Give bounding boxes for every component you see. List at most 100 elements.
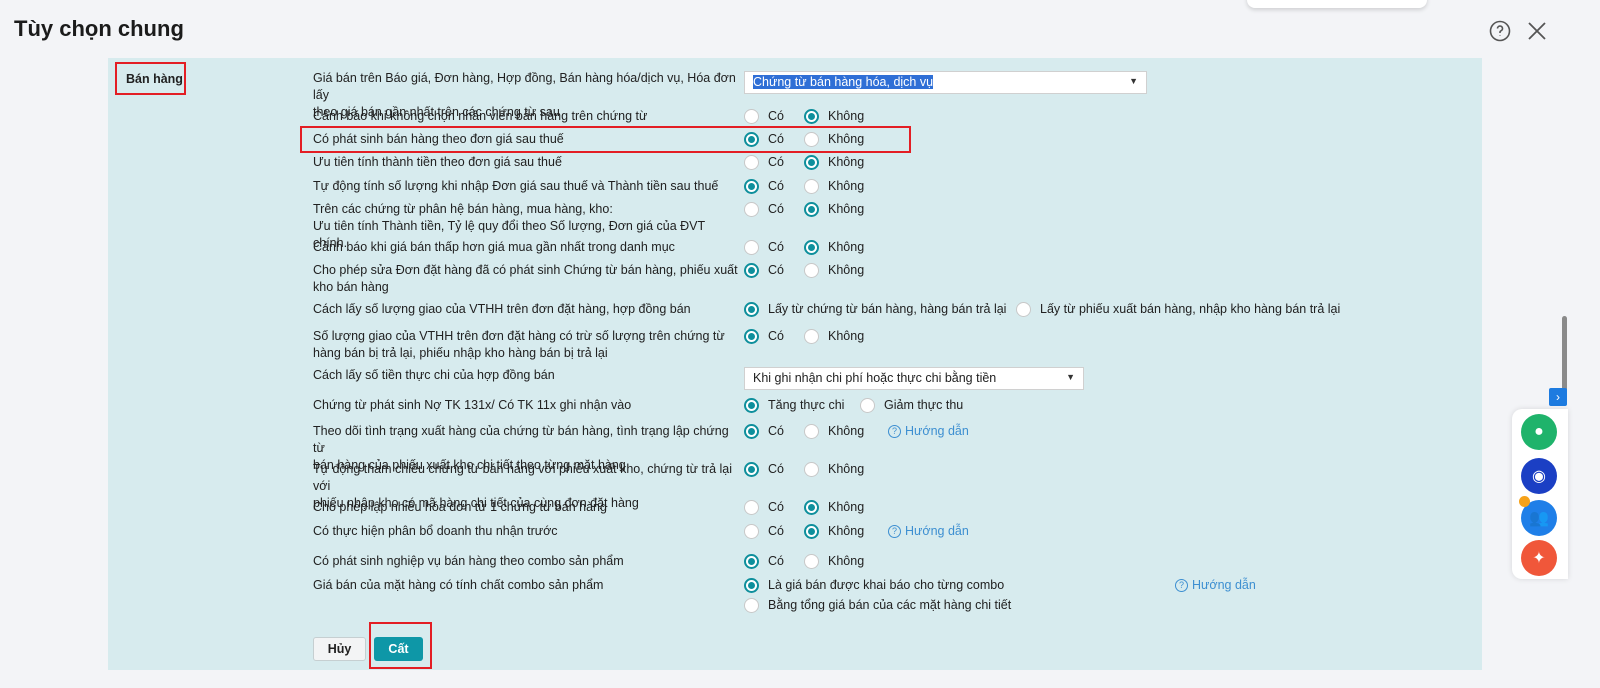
radio-option[interactable]: Không: [804, 553, 864, 570]
radio-button[interactable]: [744, 302, 759, 317]
chat-icon[interactable]: ●: [1521, 414, 1557, 450]
scrollbar-thumb[interactable]: [1562, 316, 1567, 396]
radio-button[interactable]: [744, 424, 759, 439]
radio-button[interactable]: [744, 554, 759, 569]
radio-button[interactable]: [804, 202, 819, 217]
radio-button[interactable]: [744, 155, 759, 170]
radio-option[interactable]: Không: [804, 154, 864, 171]
setting-label: Có phát sinh nghiệp vụ bán hàng theo com…: [313, 554, 624, 568]
radio-option[interactable]: Có: [744, 553, 784, 570]
radio-option[interactable]: Không: [804, 108, 864, 125]
radio-option[interactable]: Có: [744, 178, 784, 195]
radio-option[interactable]: Có: [744, 262, 784, 279]
radio-option[interactable]: Lấy từ chứng từ bán hàng, hàng bán trả l…: [744, 301, 1006, 318]
question-icon: ?: [888, 425, 901, 438]
help-icon[interactable]: [1488, 19, 1512, 43]
chevron-right-icon[interactable]: ›: [1549, 388, 1567, 406]
radio-button[interactable]: [744, 500, 759, 515]
radio-button[interactable]: [804, 109, 819, 124]
radio-label: Giảm thực thu: [884, 398, 964, 412]
section-label-ban-hang: Bán hàng: [115, 62, 186, 95]
help-link-label: Hướng dẫn: [905, 524, 969, 538]
radio-option[interactable]: Không: [804, 262, 864, 279]
radio-option[interactable]: Không: [804, 178, 864, 195]
radio-option[interactable]: Không: [804, 461, 864, 478]
setting-label: Cho phép lập nhiều hóa đơn từ 1 chứng từ…: [313, 500, 607, 514]
radio-button[interactable]: [744, 263, 759, 278]
radio-label: Không: [828, 155, 865, 169]
radio-option[interactable]: Không: [804, 201, 864, 218]
radio-label: Bằng tổng giá bán của các mặt hàng chi t…: [768, 598, 1012, 612]
radio-button[interactable]: [804, 462, 819, 477]
radio-button[interactable]: [804, 240, 819, 255]
radio-option[interactable]: Không: [804, 328, 864, 345]
radio-option[interactable]: Không: [804, 239, 864, 256]
radio-button[interactable]: [804, 524, 819, 539]
radio-option[interactable]: Có: [744, 201, 784, 218]
radio-button[interactable]: [804, 263, 819, 278]
sparkle-icon[interactable]: ✦: [1521, 540, 1557, 576]
radio-label: Lấy từ phiếu xuất bán hàng, nhập kho hàn…: [1040, 302, 1341, 316]
help-link[interactable]: ? Hướng dẫn: [1175, 577, 1256, 594]
radio-option[interactable]: Có: [744, 423, 784, 440]
radio-option[interactable]: Bằng tổng giá bán của các mặt hàng chi t…: [744, 597, 1011, 614]
radio-label: Có: [768, 462, 784, 476]
radio-button[interactable]: [804, 424, 819, 439]
radio-option[interactable]: Có: [744, 461, 784, 478]
radio-button[interactable]: [744, 398, 759, 413]
radio-button[interactable]: [744, 202, 759, 217]
radio-option[interactable]: Có: [744, 108, 784, 125]
cancel-button[interactable]: Hủy: [313, 637, 366, 661]
radio-option[interactable]: Lấy từ phiếu xuất bán hàng, nhập kho hàn…: [1016, 301, 1340, 318]
setting-dropdown[interactable]: Khi ghi nhận chi phí hoặc thực chi bằng …: [744, 367, 1084, 390]
radio-button[interactable]: [804, 155, 819, 170]
setting-label: Có thực hiện phân bổ doanh thu nhận trướ…: [313, 524, 558, 538]
radio-option[interactable]: Tăng thực chi: [744, 397, 844, 414]
radio-option[interactable]: Là giá bán được khai báo cho từng combo: [744, 577, 1004, 594]
radio-label: Không: [828, 524, 865, 538]
radio-label: Có: [768, 202, 784, 216]
radio-option[interactable]: Có: [744, 154, 784, 171]
radio-label: Có: [768, 554, 784, 568]
radio-option[interactable]: Không: [804, 423, 864, 440]
radio-button[interactable]: [804, 500, 819, 515]
radio-button[interactable]: [744, 329, 759, 344]
radio-label: Không: [828, 554, 865, 568]
help-link[interactable]: ? Hướng dẫn: [888, 523, 969, 540]
radio-label: Có: [768, 524, 784, 538]
radio-button[interactable]: [744, 179, 759, 194]
highlight-box: [300, 126, 911, 153]
setting-label: Cách lấy số lượng giao của VTHH trên đơn…: [313, 302, 691, 316]
radio-button[interactable]: [744, 109, 759, 124]
radio-button[interactable]: [1016, 302, 1031, 317]
radio-option[interactable]: Có: [744, 523, 784, 540]
bot-icon[interactable]: ◉: [1521, 458, 1557, 494]
radio-option[interactable]: Giảm thực thu: [860, 397, 963, 414]
radio-option[interactable]: Có: [744, 328, 784, 345]
radio-button[interactable]: [744, 462, 759, 477]
radio-option[interactable]: Có: [744, 499, 784, 516]
radio-label: Có: [768, 329, 784, 343]
radio-button[interactable]: [860, 398, 875, 413]
radio-button[interactable]: [804, 554, 819, 569]
setting-label: Tự động tính số lượng khi nhập Đơn giá s…: [313, 179, 719, 193]
chevron-down-icon: ▼: [1129, 76, 1138, 86]
radio-button[interactable]: [744, 598, 759, 613]
radio-label: Không: [828, 462, 865, 476]
radio-option[interactable]: Không: [804, 523, 864, 540]
radio-button[interactable]: [804, 179, 819, 194]
radio-button[interactable]: [804, 329, 819, 344]
dropdown-value: Khi ghi nhận chi phí hoặc thực chi bằng …: [753, 371, 997, 385]
radio-button[interactable]: [744, 524, 759, 539]
help-link[interactable]: ? Hướng dẫn: [888, 423, 969, 440]
radio-button[interactable]: [744, 240, 759, 255]
setting-dropdown[interactable]: Chứng từ bán hàng hóa, dịch vụ ▼: [744, 71, 1147, 94]
page-title: Tùy chọn chung: [14, 16, 184, 41]
radio-option[interactable]: Không: [804, 499, 864, 516]
close-icon[interactable]: [1525, 19, 1549, 43]
question-icon: ?: [1175, 579, 1188, 592]
setting-label: Giá bán của mặt hàng có tính chất combo …: [313, 578, 604, 592]
radio-button[interactable]: [744, 578, 759, 593]
radio-label: Tăng thực chi: [768, 398, 845, 412]
radio-option[interactable]: Có: [744, 239, 784, 256]
